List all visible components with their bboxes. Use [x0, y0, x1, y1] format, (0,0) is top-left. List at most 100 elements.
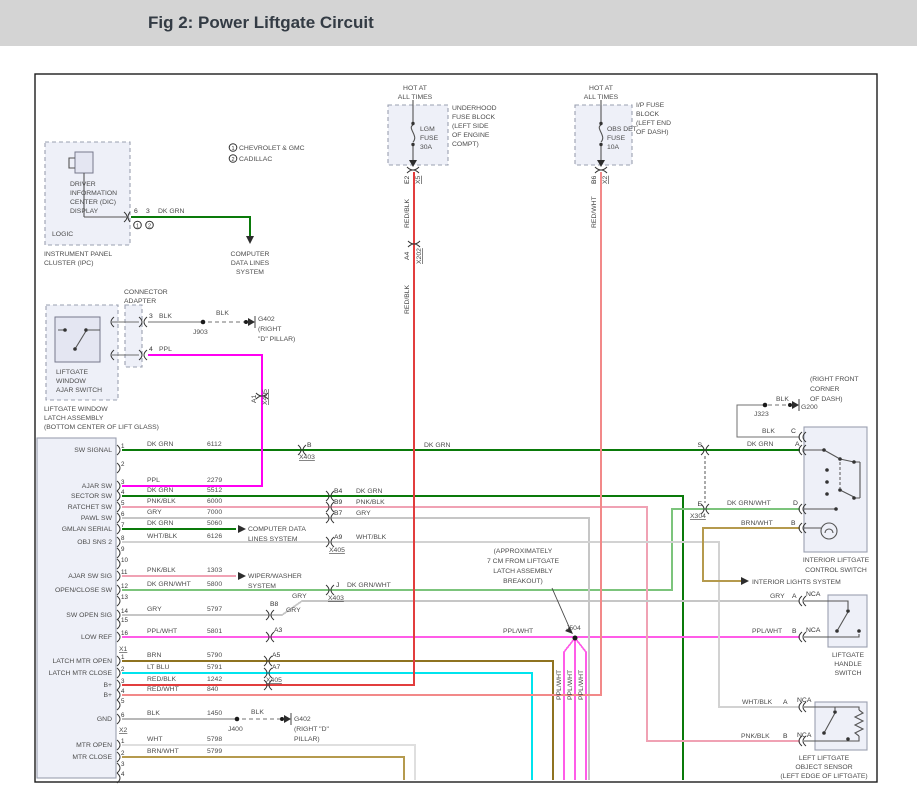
label-pin-a5: A5 — [272, 652, 281, 659]
label-g402t-1: G402 — [258, 316, 275, 323]
label-j400: J400 — [228, 726, 243, 733]
arrow-wiper-washer — [238, 572, 246, 580]
label-wire-gry-b8a: GRY — [292, 593, 307, 600]
label-uhfb-3: (LEFT SIDE — [452, 123, 489, 130]
label-wire-redblk-1: RED/BLK — [404, 198, 411, 228]
label-row-14-pin: 15 — [121, 617, 128, 624]
label-pin-a3: A3 — [274, 627, 283, 634]
label-wire-redwht-1: RED/WHT — [591, 196, 598, 228]
wire-sw-open-sig — [122, 601, 800, 615]
label-variant-2: 2 — [148, 224, 151, 230]
label-row-19-pin: 4 — [121, 688, 125, 695]
label-nca-1: NCA — [806, 591, 821, 598]
label-legend-2: CADILLAC — [239, 156, 272, 163]
label-apx-3: LATCH ASSEMBLY — [493, 568, 553, 575]
liftgate-window-ajar-switch-box — [55, 317, 100, 362]
label-row-23-color: BRN/WHT — [147, 748, 179, 755]
label-wire-whtblk-a9: WHT/BLK — [356, 534, 387, 541]
wire-redblk-feed — [122, 172, 414, 685]
label-uhfb-2: FUSE BLOCK — [452, 114, 496, 121]
label-row-3-pin: 4 — [121, 489, 125, 496]
label-ap-pin-4: 4 — [149, 346, 153, 353]
label-dic-3: CENTER (DIC) — [70, 199, 116, 206]
label-row-18-color: RED/BLK — [147, 676, 177, 683]
label-row-22-name: MTR OPEN — [76, 742, 112, 749]
label-cdl-3: SYSTEM — [236, 269, 264, 276]
wire-obj-sns — [122, 542, 800, 707]
label-row-15-circuit: 5801 — [207, 628, 222, 635]
wire-latch-mtr-open — [122, 661, 553, 780]
label-pin-b-handle: B — [792, 628, 797, 635]
wire-pplwht-branch3 — [575, 638, 586, 780]
label-row-10-pin: 11 — [121, 569, 128, 576]
label-row-13-circuit: 5797 — [207, 606, 222, 613]
label-uhfb-5: COMPT) — [452, 141, 479, 148]
label-row-7-circuit: 6126 — [207, 533, 222, 540]
label-wws-2: SYSTEM — [248, 583, 276, 590]
label-row-3-circuit: 5512 — [207, 487, 222, 494]
wiring-diagram-page: Fig 2: Power Liftgate Circuit — [0, 0, 917, 801]
wire-redwht-feed — [122, 172, 601, 695]
label-hot1-1: HOT AT — [403, 85, 427, 92]
label-lwas-2: WINDOW — [56, 378, 86, 385]
junction-j400 — [235, 717, 240, 722]
label-row-7-color: WHT/BLK — [147, 533, 178, 540]
label-conn-x5: X5 — [415, 175, 422, 184]
label-fuse1-1: LGM — [420, 126, 435, 133]
label-row-21-color: BLK — [147, 710, 160, 717]
dic-display-box — [75, 152, 93, 173]
label-conn-x2-fuse: X2 — [602, 175, 609, 184]
label-row-7-name: OBJ SNS 2 — [77, 539, 112, 546]
label-fuse2-2: FUSE — [607, 135, 626, 142]
label-wire-pnkblk-b9: PNK/BLK — [356, 499, 385, 506]
arrow-interior-lights — [741, 577, 749, 585]
label-logic: LOGIC — [52, 231, 73, 238]
ground-g200 — [788, 399, 799, 411]
label-cdls-2: LINES SYSTEM — [248, 536, 298, 543]
label-pin-a-ctrl: A — [795, 441, 800, 448]
label-row-18-pin: 3 — [121, 678, 125, 685]
label-row-16-circuit: 5790 — [207, 652, 222, 659]
label-row-23-pin: 2 — [121, 750, 125, 757]
label-row-4-color: PNK/BLK — [147, 498, 176, 505]
label-wire-redblk-2: RED/BLK — [404, 284, 411, 314]
label-row-17-pin: 2 — [121, 666, 125, 673]
label-row-17-circuit: 5791 — [207, 664, 222, 671]
label-wire-pplwht-hb: PPL/WHT — [752, 628, 782, 635]
power-liftgate-circuit-diagram: DRIVERINFORMATIONCENTER (DIC)DISPLAYLOGI… — [0, 0, 917, 801]
label-dic-4: DISPLAY — [70, 208, 99, 215]
label-row-13-name: SW OPEN SIG — [66, 612, 112, 619]
label-row-0-name: SW SIGNAL — [74, 447, 112, 454]
label-wire-pplwht-v1: PPL/WHT — [556, 670, 563, 700]
label-dic-2: INFORMATION — [70, 190, 117, 197]
label-row-4-name: RATCHET SW — [68, 504, 113, 511]
label-blk-dash-1: BLK — [216, 310, 229, 317]
label-legend-1-num: 1 — [231, 146, 234, 152]
label-ilcs-1: INTERIOR LIFTGATE — [803, 557, 870, 564]
label-row-22-circuit: 5798 — [207, 736, 222, 743]
label-row-4-circuit: 6000 — [207, 498, 222, 505]
label-lwas-3: AJAR SWITCH — [56, 387, 102, 394]
label-pin-d: D — [793, 500, 798, 507]
label-g402b-1: G402 — [294, 716, 311, 723]
label-ap-pin-3: 3 — [149, 313, 153, 320]
label-cdl-1: COMPUTER — [231, 251, 270, 258]
label-llos-1: LEFT LIFTGATE — [799, 755, 850, 762]
label-pin-a9: A9 — [334, 534, 343, 541]
label-apx-2: 7 CM FROM LIFTGATE — [487, 558, 559, 565]
label-ilcs-2: CONTROL SWITCH — [805, 567, 867, 574]
label-row-7-pin: 8 — [121, 535, 125, 542]
label-pin-s: S — [697, 442, 702, 449]
junction-j323 — [763, 403, 768, 408]
label-row-21-pin: 6 — [121, 712, 125, 719]
label-legend-2-num: 2 — [231, 157, 234, 163]
label-rfc-1: (RIGHT FRONT — [810, 376, 859, 383]
arrow-computer-data-lines-top — [246, 236, 254, 244]
connector-adapter-box — [125, 305, 142, 367]
label-row-5-name: PAWL SW — [81, 515, 113, 522]
label-uhfb-1: UNDERHOOD — [452, 105, 497, 112]
label-conn-tag-0: X1 — [119, 646, 128, 653]
label-conn-x202: X202 — [416, 248, 423, 264]
label-row-19-color: RED/WHT — [147, 686, 179, 693]
label-j903: J903 — [193, 329, 208, 336]
